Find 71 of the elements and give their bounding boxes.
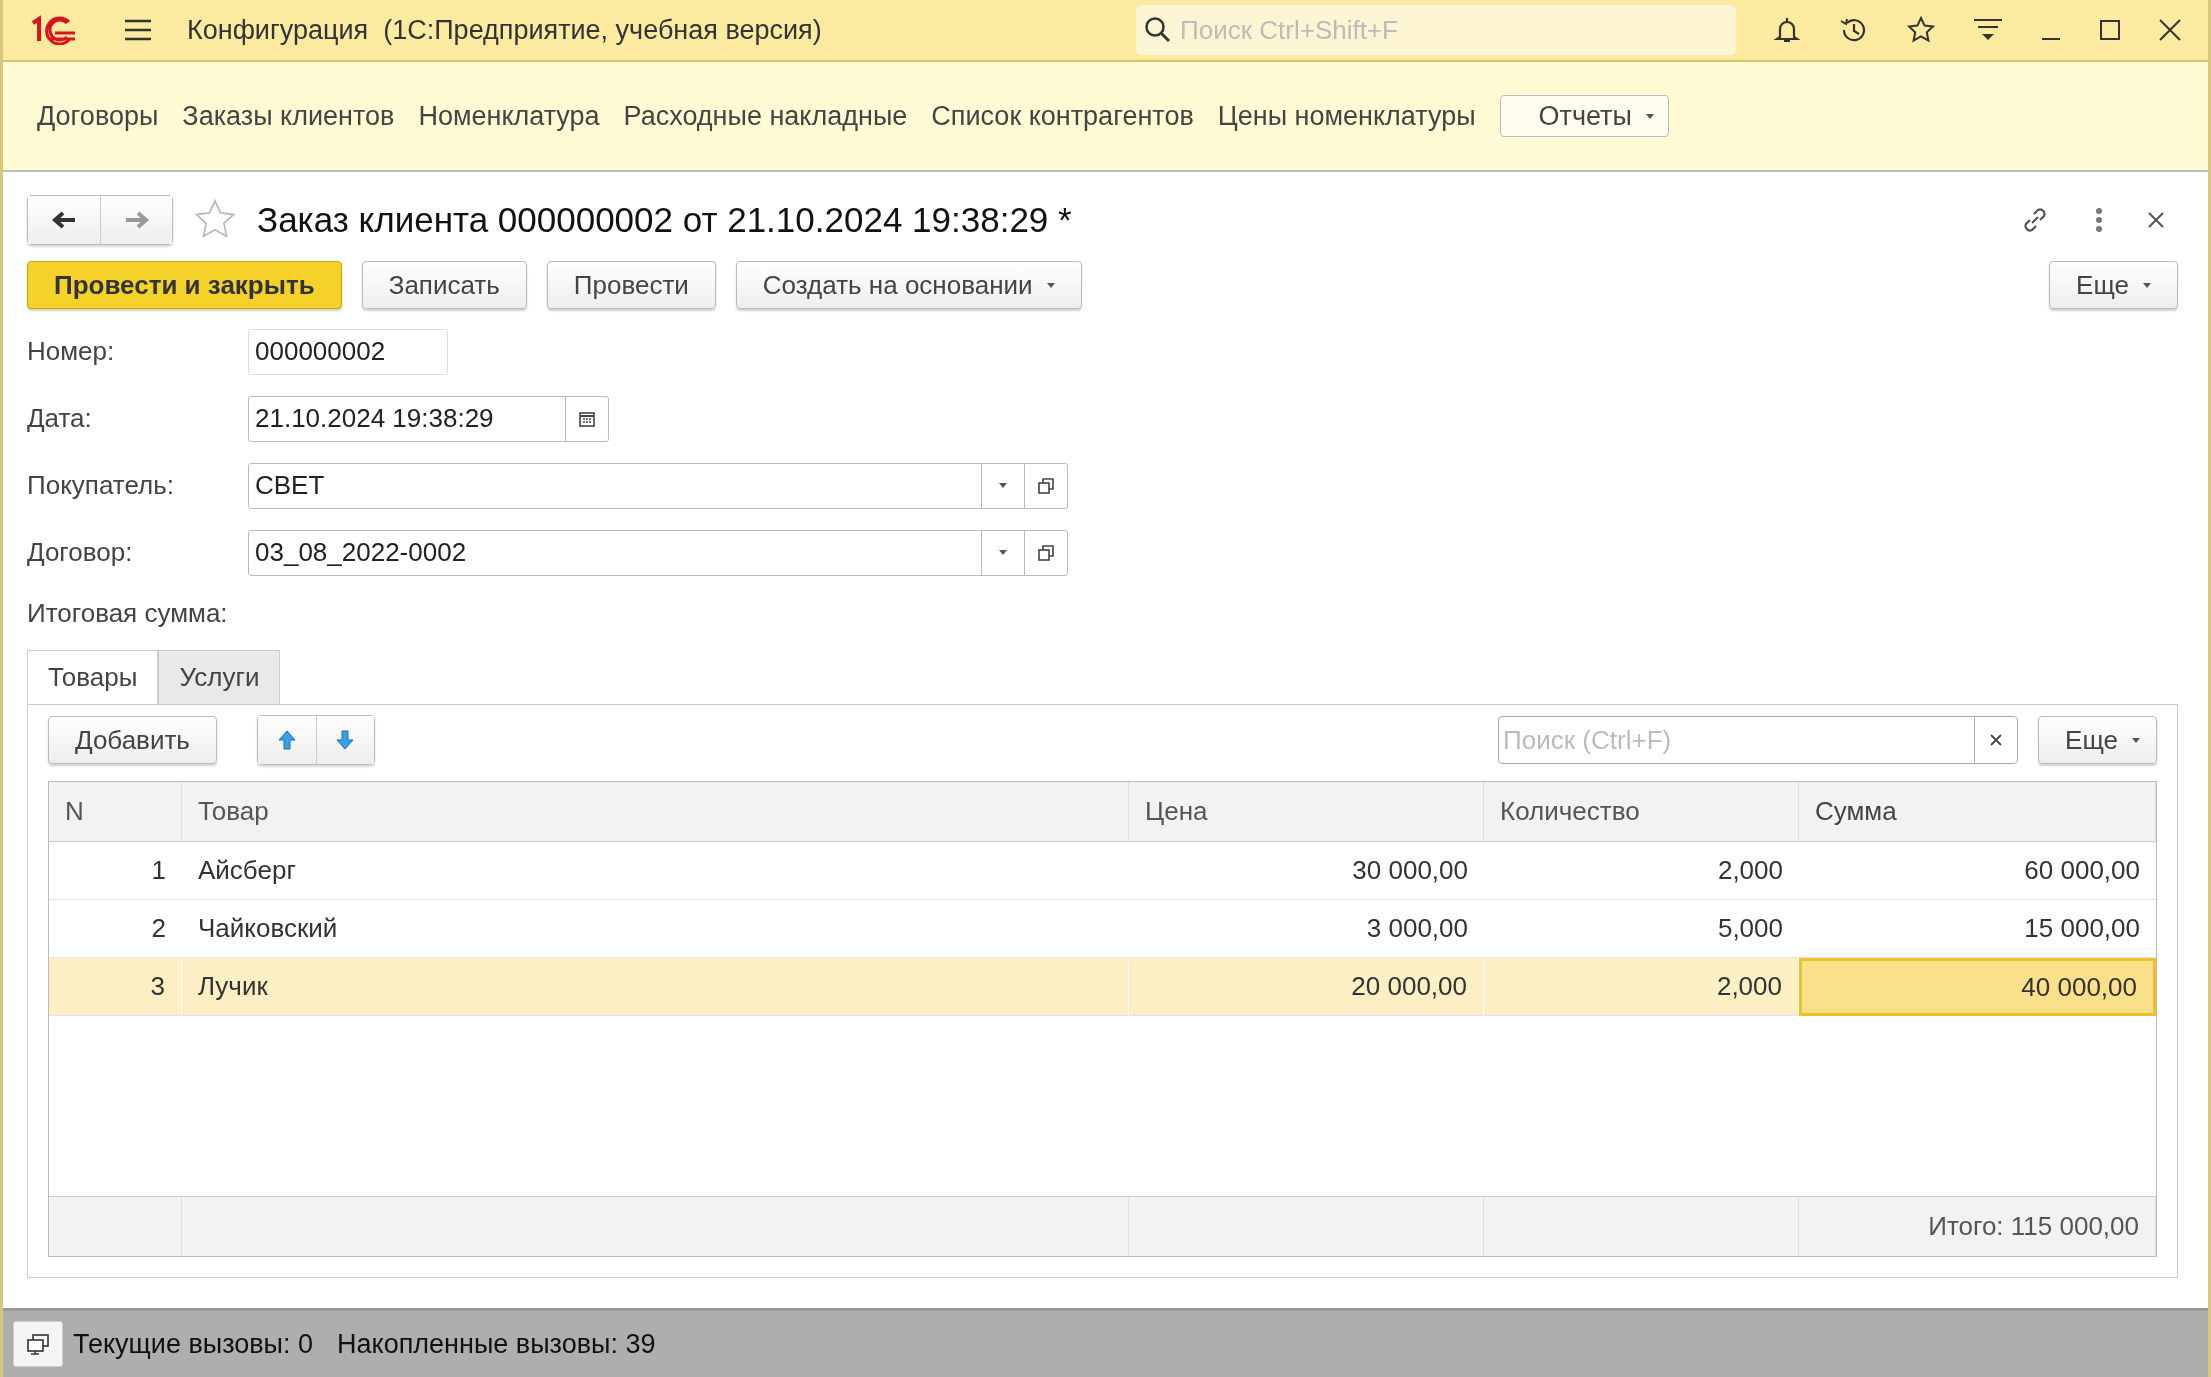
input-field[interactable]: 000000002	[249, 329, 447, 374]
clear-icon[interactable]	[1989, 733, 2004, 747]
bell-icon[interactable]	[1772, 15, 1802, 45]
star-icon[interactable]	[1906, 15, 1936, 45]
total-label: Итоговая сумма:	[27, 596, 229, 630]
down-arrow-icon[interactable]	[335, 729, 356, 751]
section-link[interactable]: Расходные накладные	[623, 100, 908, 132]
open-window-icon[interactable]	[1038, 477, 1054, 494]
section-link[interactable]: Цены номенклатуры	[1217, 100, 1476, 132]
status-text: Текущие вызовы: 0	[73, 1328, 314, 1360]
caret-icon[interactable]	[2143, 282, 2151, 288]
field-label: Дата:	[27, 403, 92, 434]
column-header[interactable]: Товар	[182, 782, 1129, 842]
table-cell: Лучик	[182, 958, 1129, 1016]
caret-icon[interactable]	[1046, 282, 1055, 288]
dropdown-caret-icon[interactable]	[999, 483, 1007, 488]
add-button[interactable]: Добавить	[48, 716, 217, 764]
column-header[interactable]: Количество	[1484, 782, 1799, 842]
column-header[interactable]: N	[49, 782, 182, 842]
form-title: Заказ клиента 000000002 от 21.10.2024 19:38:29 *	[257, 200, 1072, 240]
dropdown-button[interactable]: Создать на основании	[735, 261, 1082, 309]
date-field[interactable]: 21.10.2024 19:38:29	[248, 395, 609, 442]
table-cell: Айсберг	[182, 842, 1129, 900]
more-button[interactable]: Еще	[2049, 261, 2178, 309]
table-cell: 60 000,00	[1799, 842, 2156, 900]
search-field[interactable]: Поиск Ctrl+Shift+F	[1178, 13, 1728, 47]
field-label: Договор:	[27, 537, 133, 568]
open-window-icon[interactable]	[1038, 544, 1054, 561]
toolbar-button[interactable]: Записать	[361, 261, 527, 309]
left-arrow-icon[interactable]	[51, 210, 77, 230]
post-and-close-button[interactable]: Провести и закрыть	[27, 261, 342, 309]
up-arrow-icon[interactable]	[276, 729, 297, 751]
monitors-icon[interactable]	[26, 1333, 50, 1355]
table-cell: 40 000,00	[1799, 958, 2156, 1016]
calendar-icon[interactable]	[579, 410, 595, 427]
reports-button[interactable]: Отчеты	[1499, 95, 1669, 137]
table-cell: 1	[49, 842, 182, 900]
section-link[interactable]: Договоры	[37, 100, 159, 132]
more-vertical-icon[interactable]	[2094, 205, 2104, 235]
move-up-button[interactable]	[257, 716, 316, 764]
tab[interactable]: Товары	[27, 650, 159, 704]
field-label: Покупатель:	[27, 470, 174, 501]
table-cell: 30 000,00	[1129, 842, 1484, 900]
table-cell: 3	[49, 958, 182, 1016]
move-down-button[interactable]	[315, 716, 374, 764]
search-box[interactable]: Поиск Ctrl+Shift+F	[1136, 5, 1736, 55]
caret-icon[interactable]	[1645, 113, 1654, 119]
section-link[interactable]: Заказы клиентов	[182, 100, 395, 132]
toolbar-button[interactable]: Провести	[546, 261, 716, 309]
dropdown-caret-icon[interactable]	[999, 550, 1007, 555]
column-header[interactable]: Цена	[1129, 782, 1484, 842]
column-header[interactable]: Сумма	[1799, 782, 2156, 842]
table-footer-total: Итого: 115 000,00	[1799, 1196, 2156, 1256]
field-label: Номер:	[27, 336, 115, 367]
app-title: Конфигурация (1С:Предприятие, учебная версия)	[187, 14, 822, 46]
section-link[interactable]: Номенклатура	[418, 100, 600, 132]
more-button[interactable]: Еще	[2038, 716, 2157, 764]
caret-icon[interactable]	[2132, 737, 2140, 743]
status-button[interactable]	[13, 1321, 63, 1367]
input-field[interactable]: 21.10.2024 19:38:29	[249, 396, 565, 441]
table-cell: 2,000	[1484, 842, 1799, 900]
section-link[interactable]: Список контрагентов	[931, 100, 1194, 132]
table-cell: 20 000,00	[1129, 958, 1484, 1016]
search-icon[interactable]	[1144, 16, 1172, 44]
menu-icon[interactable]	[123, 18, 153, 42]
right-arrow-icon[interactable]	[123, 210, 150, 230]
tab[interactable]: Услуги	[158, 650, 281, 704]
status-text: Накопленные вызовы: 39	[337, 1328, 656, 1360]
table-cell: 2,000	[1484, 958, 1799, 1016]
close-icon[interactable]	[2146, 210, 2166, 230]
back-button[interactable]	[28, 196, 100, 244]
